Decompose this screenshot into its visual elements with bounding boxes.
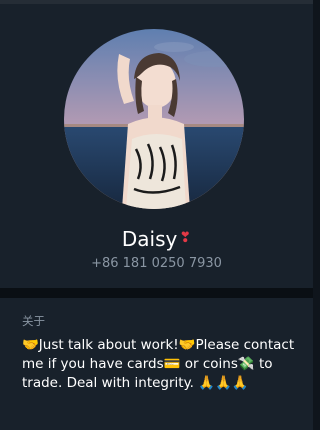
profile-phone[interactable]: +86 181 0250 7930 [0, 256, 313, 272]
about-section: 关于 🤝Just talk about work!🤝Please contact… [0, 298, 313, 430]
heart-exclamation-icon: ❣ [179, 230, 192, 246]
profile-header: Daisy ❣ +86 181 0250 7930 [0, 4, 313, 288]
section-divider [0, 288, 313, 298]
profile-name: Daisy [121, 227, 178, 251]
about-label: 关于 [22, 314, 45, 328]
about-bio: 🤝Just talk about work!🤝Please contact me… [22, 337, 295, 391]
profile-avatar[interactable] [64, 29, 244, 209]
avatar-photo [64, 29, 244, 209]
profile-name-row: Daisy ❣ [0, 226, 313, 251]
